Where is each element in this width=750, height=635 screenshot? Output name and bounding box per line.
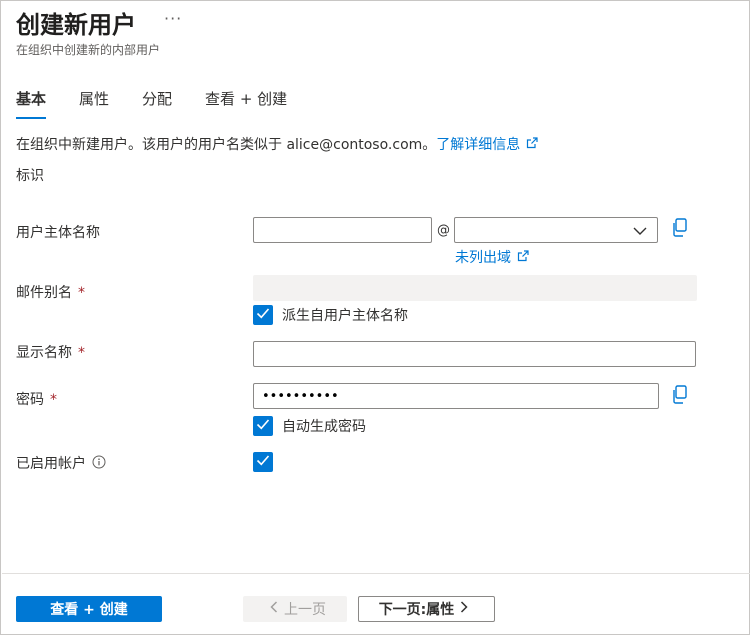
password-input[interactable] [253, 383, 659, 409]
checkmark-icon [256, 307, 270, 323]
mail-nickname-label-text: 邮件别名 [16, 285, 72, 301]
chevron-left-icon [270, 601, 278, 617]
learn-more-link[interactable]: 了解详细信息 [436, 137, 520, 153]
create-user-panel: 创建新用户 ··· 在组织中创建新的内部用户 基本 属性 分配 查看 + 创建 … [0, 0, 750, 635]
previous-button[interactable]: 上一页 [243, 596, 347, 622]
password-label-text: 密码 [16, 392, 44, 408]
checkmark-icon [256, 418, 270, 434]
tab-basics[interactable]: 基本 [16, 88, 47, 119]
account-enabled-checkbox[interactable] [253, 452, 273, 472]
previous-button-label: 上一页 [284, 602, 326, 618]
chevron-right-icon [460, 601, 468, 617]
display-name-input[interactable] [253, 341, 696, 367]
required-asterisk: * [50, 392, 57, 408]
intro-description: 在组织中新建用户。该用户的用户名类似于 alice@contoso.com。 [16, 137, 437, 153]
footer-divider [2, 573, 750, 574]
domain-not-listed-label: 未列出域 [455, 250, 511, 266]
domain-dropdown[interactable] [454, 217, 658, 243]
intro-text: 在组织中新建用户。该用户的用户名类似于 alice@contoso.com。了解… [16, 134, 538, 154]
domain-not-listed-link[interactable]: 未列出域 [455, 247, 529, 267]
at-sign: @ [437, 223, 450, 238]
next-button[interactable]: 下一页:属性 [358, 596, 495, 622]
mail-nickname-input [253, 275, 697, 301]
auto-generate-password-checkbox[interactable] [253, 416, 273, 436]
page-subtitle: 在组织中创建新的内部用户 [16, 43, 161, 57]
tab-review-create[interactable]: 查看 + 创建 [205, 88, 287, 119]
account-enabled-row [253, 452, 273, 472]
derive-from-upn-label: 派生自用户主体名称 [282, 308, 408, 324]
external-link-icon [526, 137, 538, 153]
review-create-button[interactable]: 查看 + 创建 [16, 596, 162, 622]
external-link-icon [517, 250, 529, 266]
copy-icon[interactable] [671, 385, 688, 408]
upn-label: 用户主体名称 [16, 225, 100, 241]
tab-assignments[interactable]: 分配 [142, 88, 172, 119]
page-title: 创建新用户 [16, 11, 136, 39]
account-enabled-label-text: 已启用帐户 [16, 456, 86, 472]
mail-nickname-label: 邮件别名 * [16, 282, 85, 302]
derive-from-upn-checkbox[interactable] [253, 305, 273, 325]
tab-bar: 基本 属性 分配 查看 + 创建 [16, 88, 320, 119]
derive-from-upn-row: 派生自用户主体名称 [253, 305, 408, 325]
info-icon[interactable] [92, 455, 106, 473]
account-enabled-label: 已启用帐户 [16, 453, 106, 473]
auto-generate-password-label: 自动生成密码 [282, 419, 366, 435]
section-heading-identity: 标识 [16, 168, 44, 184]
required-asterisk: * [78, 285, 85, 301]
next-button-label: 下一页:属性 [378, 602, 455, 618]
tab-properties[interactable]: 属性 [79, 88, 109, 119]
display-name-label-text: 显示名称 [16, 345, 72, 361]
chevron-down-icon [633, 224, 647, 240]
required-asterisk: * [78, 345, 85, 361]
copy-icon[interactable] [671, 218, 688, 241]
password-label: 密码 * [16, 389, 57, 409]
checkmark-icon [256, 454, 270, 470]
display-name-label: 显示名称 * [16, 342, 85, 362]
upn-input[interactable] [253, 217, 432, 243]
more-options-button[interactable]: ··· [164, 9, 182, 28]
auto-generate-password-row: 自动生成密码 [253, 416, 366, 436]
